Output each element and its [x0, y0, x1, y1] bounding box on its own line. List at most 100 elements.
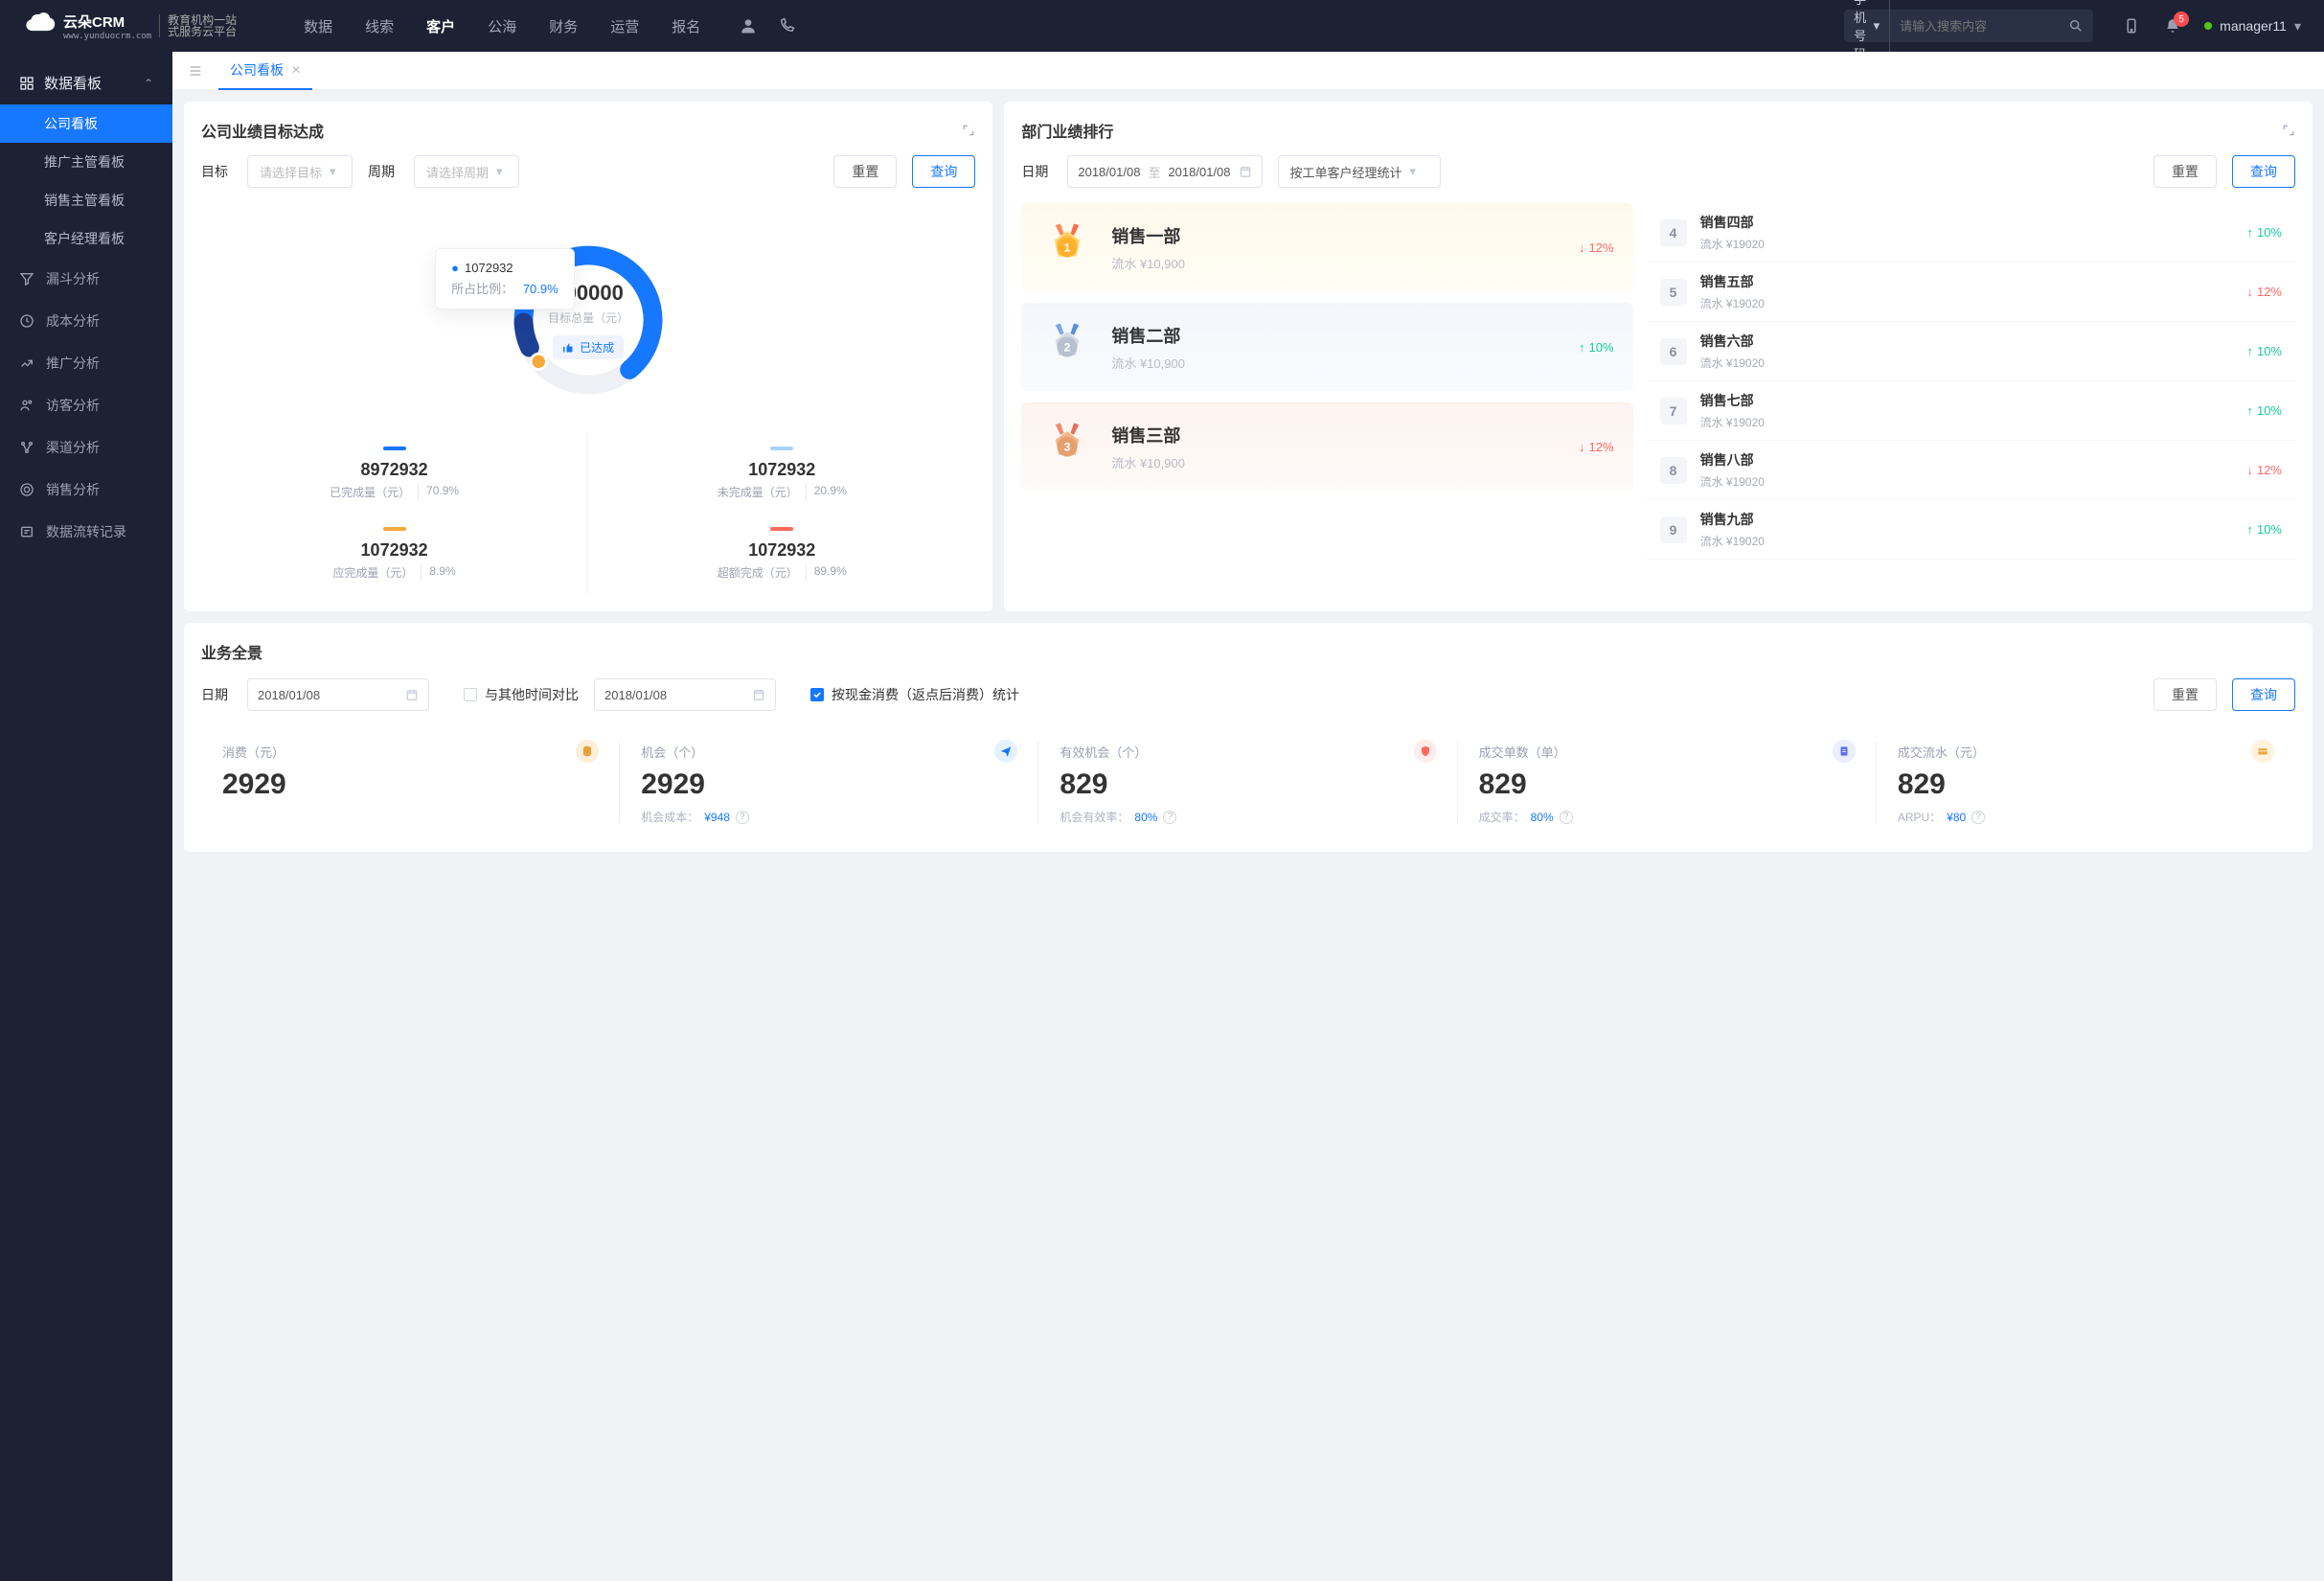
pano-date2[interactable]: 2018/01/08: [594, 678, 776, 711]
notifications-button[interactable]: 5: [2164, 17, 2181, 34]
query-button[interactable]: 查询: [2232, 155, 2295, 188]
goal-donut-chart: 100000 目标总量（元） 已达成 ●1072932: [502, 234, 674, 406]
rank-3[interactable]: 3 销售三部 流水 ¥10,900 ↓ 12%: [1021, 402, 1632, 491]
sidebar-item-cost[interactable]: 成本分析: [0, 300, 172, 342]
rank-row[interactable]: 7 销售七部流水 ¥19020 ↑10%: [1647, 381, 2295, 441]
help-icon[interactable]: ?: [1971, 811, 1985, 824]
header-icons: [739, 16, 796, 35]
mobile-icon[interactable]: [2122, 16, 2141, 35]
rank-trend: ↑10%: [2246, 522, 2282, 537]
help-icon[interactable]: ?: [1163, 811, 1176, 824]
nav-leads[interactable]: 线索: [365, 16, 394, 36]
nav-sea[interactable]: 公海: [488, 16, 516, 36]
help-icon[interactable]: ?: [736, 811, 749, 824]
rank-rev: 流水 ¥10,900: [1111, 453, 1561, 471]
rank-number: 4: [1660, 219, 1687, 246]
expand-icon[interactable]: [962, 124, 975, 137]
search-icon[interactable]: [2068, 18, 2084, 34]
query-button[interactable]: 查询: [912, 155, 975, 188]
reset-button[interactable]: 重置: [2153, 155, 2217, 188]
period-select[interactable]: 请选择周期 ▾: [414, 155, 519, 188]
sidebar-item-flow[interactable]: 数据流转记录: [0, 511, 172, 553]
legend-pct: 70.9%: [418, 484, 459, 500]
card-pano-title: 业务全景: [201, 640, 2295, 663]
sidebar-sub-promo-mgr[interactable]: 推广主管看板: [0, 143, 172, 181]
query-button[interactable]: 查询: [2232, 678, 2295, 711]
legend-swatch-icon: [770, 447, 793, 450]
rank-groupby-select[interactable]: 按工单客户经理统计 ▾: [1278, 155, 1441, 188]
tab-company-board[interactable]: 公司看板 ✕: [218, 52, 312, 90]
chevron-down-icon: ▾: [496, 164, 503, 179]
nav-finance[interactable]: 财务: [549, 16, 578, 36]
legend-label: 超额完成（元）: [718, 564, 798, 581]
date-from: 2018/01/08: [1078, 165, 1140, 179]
rank-filters: 日期 2018/01/08 至 2018/01/08 按工单客户经理统计: [1021, 155, 2295, 188]
tooltip-value: 1072932: [465, 261, 513, 275]
sidebar-sub-account-mgr[interactable]: 客户经理看板: [0, 219, 172, 258]
body: 数据看板 ⌃ 公司看板 推广主管看板 销售主管看板 客户经理看板 漏斗分析 成本…: [0, 52, 2324, 1581]
logo[interactable]: 云朵CRM www.yunduocrm.com 教育机构一站 式服务云平台: [23, 11, 237, 41]
help-icon[interactable]: ?: [1560, 811, 1573, 824]
pano-date1[interactable]: 2018/01/08: [247, 678, 429, 711]
legend-pct: 8.9%: [421, 564, 455, 581]
user-icon[interactable]: [739, 16, 758, 35]
reset-button[interactable]: 重置: [833, 155, 897, 188]
sidebar-item-promo[interactable]: 推广分析: [0, 342, 172, 384]
kpi-label: 成交流水（元）: [1898, 743, 1985, 761]
sidebar-item-visitor[interactable]: 访客分析: [0, 384, 172, 426]
close-icon[interactable]: ✕: [291, 63, 301, 77]
dashboard-icon: [19, 76, 34, 91]
nav-customers[interactable]: 客户: [426, 16, 455, 36]
rank-row[interactable]: 4 销售四部流水 ¥19020 ↑10%: [1647, 203, 2295, 263]
nav-data[interactable]: 数据: [304, 16, 332, 36]
arrow-up-icon: ↑: [2246, 522, 2253, 537]
rank-row[interactable]: 6 销售六部流水 ¥19020 ↑10%: [1647, 322, 2295, 381]
rank-trend: ↓12%: [2246, 285, 2282, 299]
pano-compare-check[interactable]: 与其他时间对比: [464, 685, 579, 704]
app-root: 云朵CRM www.yunduocrm.com 教育机构一站 式服务云平台 数据…: [0, 0, 2324, 1581]
menu-toggle-icon[interactable]: [184, 63, 207, 79]
rank-2[interactable]: 2 销售二部 流水 ¥10,900 ↑ 10%: [1021, 303, 1632, 391]
card-goal-header: 公司业绩目标达成: [201, 119, 975, 142]
rank-trend-value: 12%: [1589, 440, 1614, 454]
card-ranking: 部门业绩排行 日期 2018/01/08 至 2018/01/08: [1004, 102, 2313, 611]
reset-button[interactable]: 重置: [2153, 678, 2217, 711]
chart-icon: [19, 355, 34, 371]
target-select[interactable]: 请选择目标 ▾: [247, 155, 353, 188]
search-input[interactable]: [1890, 19, 2068, 34]
kpi-value: 2929: [222, 768, 599, 801]
sidebar-item-channel[interactable]: 渠道分析: [0, 426, 172, 469]
arrow-down-icon: ↓: [1579, 241, 1585, 255]
sidebar-sub-sales-mgr[interactable]: 销售主管看板: [0, 181, 172, 219]
rank-rev: 流水 ¥19020: [1700, 414, 2234, 430]
nav-signup[interactable]: 报名: [672, 16, 700, 36]
arrow-down-icon: ↓: [2246, 285, 2253, 299]
calendar-icon: [752, 688, 765, 701]
kpi-sub: 成交率： 80% ?: [1479, 809, 1856, 825]
nav-ops[interactable]: 运营: [610, 16, 639, 36]
pano-filters: 日期 2018/01/08 与其他时间对比 2018/01/08: [201, 678, 2295, 711]
phone-icon[interactable]: [777, 16, 796, 35]
rank-rev: 流水 ¥10,900: [1111, 354, 1561, 372]
goal-total-label: 目标总量（元）: [548, 309, 628, 326]
sidebar-item-sales[interactable]: 销售分析: [0, 469, 172, 511]
sidebar-group-dashboards[interactable]: 数据看板 ⌃: [0, 61, 172, 104]
user-menu[interactable]: manager11 ▾: [2204, 18, 2301, 34]
logo-text: 云朵CRM www.yunduocrm.com: [63, 11, 151, 41]
chevron-down-icon: ▾: [330, 164, 336, 179]
rank-name: 销售六部: [1700, 332, 2234, 351]
expand-icon[interactable]: [2282, 124, 2295, 137]
svg-text:3: 3: [1064, 440, 1071, 453]
pano-cash-check[interactable]: 按现金消费（返点后消费）统计: [810, 685, 1019, 704]
sidebar-sub-company[interactable]: 公司看板: [0, 104, 172, 143]
sidebar-item-funnel[interactable]: 漏斗分析: [0, 258, 172, 300]
rank-row[interactable]: 9 销售九部流水 ¥19020 ↑10%: [1647, 500, 2295, 560]
tooltip-ratio-value: 70.9%: [523, 282, 558, 296]
rank-date-range[interactable]: 2018/01/08 至 2018/01/08: [1067, 155, 1262, 188]
rank-row[interactable]: 5 销售五部流水 ¥19020 ↓12%: [1647, 263, 2295, 322]
rank-1[interactable]: 1 销售一部 流水 ¥10,900 ↓ 12%: [1021, 203, 1632, 291]
rank-trend: ↑10%: [2246, 344, 2282, 358]
main: 公司看板 ✕ 公司业绩目标达成 目标: [172, 52, 2324, 1581]
rank-name: 销售七部: [1700, 391, 2234, 410]
rank-row[interactable]: 8 销售八部流水 ¥19020 ↓12%: [1647, 441, 2295, 500]
